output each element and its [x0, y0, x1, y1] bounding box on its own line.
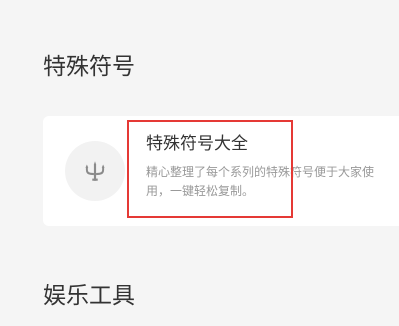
section-title-entertainment-tools: 娱乐工具 — [43, 283, 135, 309]
tool-card-special-symbols[interactable]: 特殊符号大全 精心整理了每个系列的特殊符号便于大家使用，一键轻松复制。 — [43, 116, 399, 226]
trident-icon — [85, 161, 105, 181]
tool-name[interactable]: 特殊符号大全 — [146, 133, 248, 155]
tool-description: 精心整理了每个系列的特殊符号便于大家使用，一键轻松复制。 — [146, 165, 375, 198]
tool-icon-container — [65, 141, 125, 201]
section-title-special-symbols: 特殊符号 — [43, 54, 135, 80]
page: { "sections": { "special_symbols": { "ti… — [0, 0, 399, 326]
